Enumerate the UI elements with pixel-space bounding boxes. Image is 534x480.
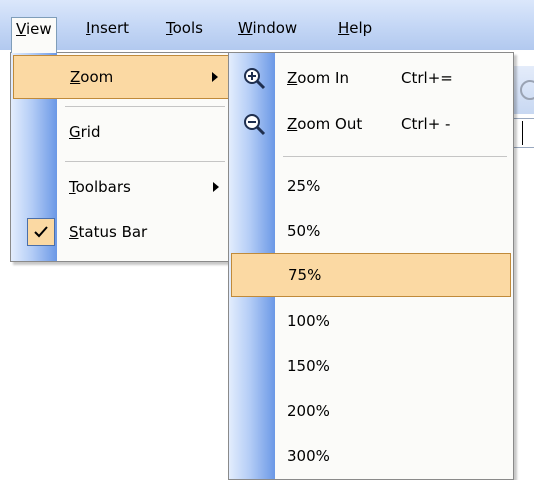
zoom-out-icon bbox=[244, 114, 266, 136]
application-window: View Insert Tools Window Help Zoom Grid … bbox=[0, 0, 534, 480]
menu-separator bbox=[65, 106, 225, 107]
ruler-marker bbox=[522, 121, 523, 145]
menu-item-zoom-150[interactable]: 150% bbox=[231, 345, 511, 389]
checkmark-icon bbox=[27, 218, 55, 246]
view-menu: Zoom Grid Toolbars Status Bar bbox=[10, 52, 232, 262]
menu-item-zoom-100[interactable]: 100% bbox=[231, 300, 511, 344]
shortcut-zoom-out: Ctrl+ - bbox=[401, 115, 451, 133]
menu-insert[interactable]: Insert bbox=[82, 17, 133, 41]
menu-item-zoom-in[interactable]: Zoom In Ctrl+= bbox=[231, 57, 511, 101]
menu-item-status-bar[interactable]: Status Bar bbox=[13, 211, 229, 255]
menu-separator bbox=[283, 156, 507, 157]
submenu-arrow-icon bbox=[213, 182, 219, 192]
shortcut-zoom-in: Ctrl+= bbox=[401, 69, 453, 87]
menu-separator bbox=[65, 161, 225, 162]
menu-item-grid[interactable]: Grid bbox=[13, 111, 229, 155]
menu-bar: View Insert Tools Window Help bbox=[0, 0, 534, 53]
menu-item-zoom-25[interactable]: 25% bbox=[231, 165, 511, 209]
menu-item-zoom-50[interactable]: 50% bbox=[231, 210, 511, 254]
menu-window[interactable]: Window bbox=[234, 17, 301, 41]
zoom-submenu: Zoom In Ctrl+= Zoom Out Ctrl+ - 25% 50% … bbox=[228, 52, 514, 480]
menu-item-zoom-75[interactable]: 75% bbox=[231, 253, 511, 297]
menu-tools[interactable]: Tools bbox=[162, 17, 207, 41]
menu-item-zoom-300[interactable]: 300% bbox=[231, 435, 511, 479]
menu-help[interactable]: Help bbox=[334, 17, 376, 41]
menu-item-zoom-200[interactable]: 200% bbox=[231, 390, 511, 434]
menu-item-zoom[interactable]: Zoom bbox=[13, 55, 229, 99]
menu-item-zoom-out[interactable]: Zoom Out Ctrl+ - bbox=[231, 103, 511, 147]
submenu-arrow-icon bbox=[212, 72, 218, 82]
menu-item-toolbars[interactable]: Toolbars bbox=[13, 166, 229, 210]
menu-view[interactable]: View bbox=[11, 17, 57, 53]
zoom-in-icon bbox=[244, 68, 266, 90]
